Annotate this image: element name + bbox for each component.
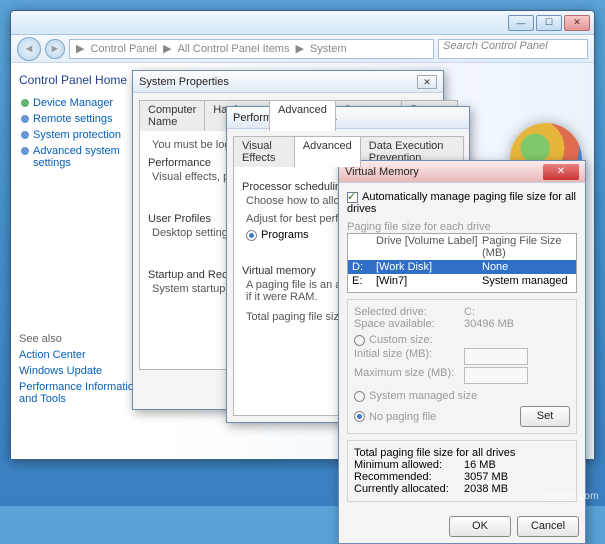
watermark: wsxdn.com xyxy=(544,491,599,502)
dialog-buttons: OK Cancel xyxy=(339,510,585,543)
close-button[interactable]: ✕ xyxy=(564,15,590,31)
min-allowed-label: Minimum allowed: xyxy=(354,459,464,471)
crumb-2[interactable]: All Control Panel Items xyxy=(178,43,290,55)
currently-allocated-value: 2038 MB xyxy=(464,483,508,495)
no-paging-radio-row: No paging file Set xyxy=(354,406,570,427)
breadcrumb[interactable]: ▶ Control Panel ▶ All Control Panel Item… xyxy=(69,39,434,59)
back-button[interactable]: ◄ xyxy=(17,37,41,61)
custom-size-radio[interactable]: Custom size: xyxy=(354,334,570,346)
currently-allocated-label: Currently allocated: xyxy=(354,483,464,495)
drive-row[interactable]: D:[Work Disk]None xyxy=(348,260,576,274)
space-available-value: 30496 MB xyxy=(464,318,514,330)
programs-label: Programs xyxy=(261,229,309,241)
hdr-size: Paging File Size (MB) xyxy=(482,235,572,259)
forward-button[interactable]: ► xyxy=(45,39,65,59)
dialog-titlebar: Virtual Memory ✕ xyxy=(339,161,585,183)
search-input[interactable]: Search Control Panel xyxy=(438,39,588,59)
tab-advanced[interactable]: Advanced xyxy=(269,100,336,131)
tab-advanced[interactable]: Advanced xyxy=(294,136,361,167)
paging-file-size-label: Paging file size for each drive xyxy=(347,221,577,233)
dialog-title: Virtual Memory xyxy=(345,166,419,178)
close-icon[interactable]: ✕ xyxy=(417,75,437,89)
radio-icon xyxy=(354,411,365,422)
maximum-size-input[interactable] xyxy=(464,367,528,384)
system-managed-label: System managed size xyxy=(369,390,477,402)
auto-manage-label: Automatically manage paging file size fo… xyxy=(347,191,576,215)
checkbox-icon xyxy=(347,192,358,203)
min-allowed-value: 16 MB xyxy=(464,459,496,471)
virtual-memory-dialog: Virtual Memory ✕ Automatically manage pa… xyxy=(338,160,586,544)
selected-drive-label: Selected drive: xyxy=(354,306,464,318)
space-available-label: Space available: xyxy=(354,318,464,330)
hdr-drive: Drive [Volume Label] xyxy=(376,235,482,259)
minimize-button[interactable]: — xyxy=(508,15,534,31)
drive-settings-group: Selected drive:C: Space available:30496 … xyxy=(347,299,577,434)
no-paging-label: No paging file xyxy=(369,411,436,423)
selected-drive-value: C: xyxy=(464,306,475,318)
drive-row[interactable]: E:[Win7]System managed xyxy=(348,274,576,288)
chevron-right-icon: ▶ xyxy=(76,42,84,55)
initial-size-input[interactable] xyxy=(464,348,528,365)
cancel-button[interactable]: Cancel xyxy=(517,516,579,537)
recommended-value: 3057 MB xyxy=(464,471,508,483)
set-button[interactable]: Set xyxy=(520,406,570,427)
custom-size-label: Custom size: xyxy=(369,334,433,346)
tab-computer-name[interactable]: Computer Name xyxy=(139,100,205,131)
dialog-titlebar: Performance Options xyxy=(227,107,469,129)
initial-size-label: Initial size (MB): xyxy=(354,348,464,365)
maximum-size-label: Maximum size (MB): xyxy=(354,367,464,384)
crumb-3[interactable]: System xyxy=(310,43,347,55)
window-titlebar: — ☐ ✕ xyxy=(11,11,594,35)
vm-body: Automatically manage paging file size fo… xyxy=(339,183,585,510)
chevron-right-icon: ▶ xyxy=(163,42,171,55)
close-button[interactable]: ✕ xyxy=(543,164,579,180)
ok-button[interactable]: OK xyxy=(449,516,511,537)
tab-visual-effects[interactable]: Visual Effects xyxy=(233,136,295,167)
auto-manage-checkbox[interactable]: Automatically manage paging file size fo… xyxy=(347,191,577,215)
radio-icon xyxy=(354,335,365,346)
nav-toolbar: ◄ ► ▶ Control Panel ▶ All Control Panel … xyxy=(11,35,594,63)
chevron-right-icon: ▶ xyxy=(295,42,303,55)
radio-icon xyxy=(246,230,257,241)
drive-list-header: Drive [Volume Label]Paging File Size (MB… xyxy=(348,234,576,260)
no-paging-radio[interactable]: No paging file xyxy=(354,411,436,423)
maximize-button[interactable]: ☐ xyxy=(536,15,562,31)
totals-group: Total paging file size for all drives Mi… xyxy=(347,440,577,502)
dialog-titlebar: System Properties ✕ xyxy=(133,71,443,93)
crumb-1[interactable]: Control Panel xyxy=(90,43,157,55)
system-managed-radio[interactable]: System managed size xyxy=(354,390,570,402)
recommended-label: Recommended: xyxy=(354,471,464,483)
drive-list[interactable]: Drive [Volume Label]Paging File Size (MB… xyxy=(347,233,577,293)
totals-title: Total paging file size for all drives xyxy=(354,447,570,459)
dialog-title: System Properties xyxy=(139,76,229,88)
radio-icon xyxy=(354,391,365,402)
